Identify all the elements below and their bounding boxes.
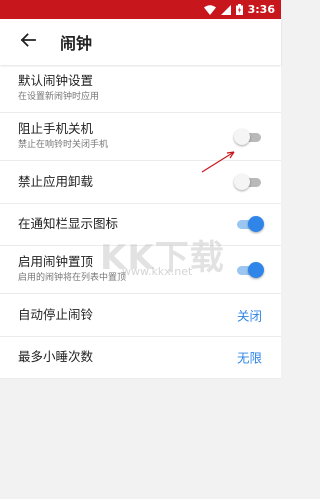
status-bar: 3:36	[0, 0, 281, 19]
toggle-thumb	[234, 128, 250, 145]
arrow-left-icon	[20, 32, 36, 52]
setting-notification-icon[interactable]: 在通知栏显示图标	[0, 204, 281, 246]
setting-title: 最多小睡次数	[18, 349, 94, 365]
page-title: 闹钟	[60, 34, 93, 53]
pin-alarms-toggle[interactable]	[234, 261, 264, 279]
setting-value: 关闭	[236, 308, 262, 324]
setting-title: 自动停止闹铃	[18, 306, 94, 322]
setting-value: 无限	[236, 350, 262, 366]
setting-subtitle: 启用的闹钟将在列表中置顶	[18, 273, 127, 283]
battery-icon	[235, 4, 243, 15]
setting-default-alarm[interactable]: 默认闹钟设置 在设置新闹钟时应用	[0, 65, 281, 113]
notification-icon-toggle[interactable]	[234, 215, 264, 233]
setting-title: 禁止应用卸载	[18, 173, 94, 189]
setting-pin-alarms[interactable]: 启用闹钟置顶 启用的闹钟将在列表中置顶	[0, 246, 281, 294]
toggle-thumb	[234, 173, 250, 190]
toggle-thumb	[248, 261, 264, 278]
wifi-icon	[203, 4, 216, 15]
prevent-uninstall-toggle[interactable]	[234, 173, 264, 191]
toggle-thumb	[248, 216, 264, 233]
setting-title: 阻止手机关机	[18, 121, 94, 136]
setting-subtitle: 禁止在响铃时关闭手机	[18, 140, 109, 150]
setting-prevent-shutdown[interactable]: 阻止手机关机 禁止在响铃时关闭手机	[0, 113, 281, 161]
setting-auto-stop[interactable]: 自动停止闹铃 关闭	[0, 294, 281, 337]
setting-prevent-uninstall[interactable]: 禁止应用卸载	[0, 161, 281, 204]
setting-title: 默认闹钟设置	[18, 73, 94, 88]
back-button[interactable]	[16, 30, 40, 54]
settings-list: 默认闹钟设置 在设置新闹钟时应用 阻止手机关机 禁止在响铃时关闭手机 禁止应用卸…	[0, 65, 281, 379]
prevent-shutdown-toggle[interactable]	[234, 128, 264, 146]
setting-title: 启用闹钟置顶	[18, 254, 94, 269]
setting-subtitle: 在设置新闹钟时应用	[18, 92, 100, 102]
status-time: 3:36	[247, 3, 275, 16]
setting-max-snooze[interactable]: 最多小睡次数 无限	[0, 337, 281, 379]
cellular-signal-icon	[220, 4, 231, 15]
app-bar: 闹钟	[0, 19, 281, 65]
setting-title: 在通知栏显示图标	[18, 216, 119, 232]
